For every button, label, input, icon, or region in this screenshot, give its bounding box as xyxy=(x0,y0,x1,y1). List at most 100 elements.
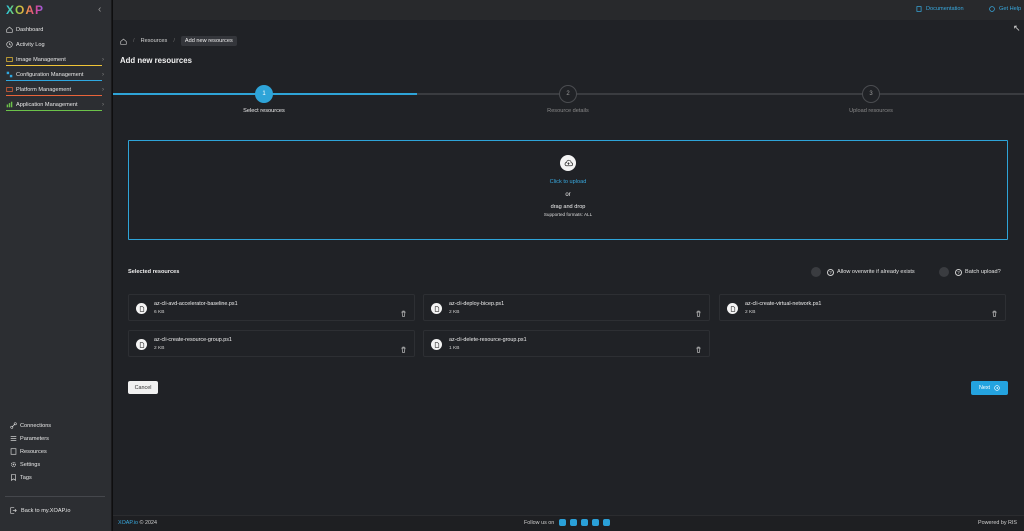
selected-resources-title: Selected resources xyxy=(128,269,180,275)
question-icon[interactable]: ? xyxy=(955,268,962,276)
sidebar-item-label: Settings xyxy=(20,461,41,468)
click-to-upload-link[interactable]: Click to upload xyxy=(129,179,1007,185)
trash-icon[interactable] xyxy=(400,340,407,358)
allow-overwrite-toggle[interactable] xyxy=(811,267,821,277)
config-icon xyxy=(6,71,13,78)
home-icon[interactable] xyxy=(120,38,127,45)
section-underline xyxy=(6,65,102,66)
sidebar-item-connections[interactable]: Connections xyxy=(0,419,112,432)
allow-overwrite-option: ? Allow overwrite if already exists xyxy=(811,267,915,277)
sidebar-item-resources[interactable]: Resources xyxy=(0,445,112,458)
resource-card: az-cli-create-resource-group.ps1 2 KB xyxy=(128,330,415,357)
linkedin-icon[interactable] xyxy=(581,519,589,526)
step-2[interactable]: 2 Resource details xyxy=(488,85,648,114)
file-icon xyxy=(431,339,442,350)
clock-icon xyxy=(6,41,13,48)
file-size: 1 KB xyxy=(449,346,460,351)
breadcrumb-resources[interactable]: Resources xyxy=(141,38,168,44)
sidebar-item-parameters[interactable]: Parameters xyxy=(0,432,112,445)
logo-text: XOAP xyxy=(6,3,45,17)
step-number: 1 xyxy=(255,85,273,103)
sidebar-item-settings[interactable]: Settings xyxy=(0,458,112,471)
youtube-icon[interactable] xyxy=(592,519,600,526)
sidebar-item-configuration-management[interactable]: Configuration Management › xyxy=(0,67,112,82)
trash-icon[interactable] xyxy=(400,304,407,322)
facebook-icon[interactable] xyxy=(559,519,567,526)
sidebar-item-label: Resources xyxy=(20,448,47,455)
step-1[interactable]: 1 Select resources xyxy=(184,85,344,114)
batch-upload-toggle[interactable] xyxy=(939,267,949,277)
section-underline xyxy=(6,95,102,96)
topbar: Documentation Get Help xyxy=(113,0,1024,20)
sidebar-item-label: Image Management xyxy=(16,56,66,63)
sidebar-item-image-management[interactable]: Image Management › xyxy=(0,52,112,67)
step-number: 2 xyxy=(559,85,577,103)
step-label: Resource details xyxy=(547,108,589,114)
apps-icon xyxy=(6,101,13,108)
file-name: az-cli-create-resource-group.ps1 xyxy=(154,337,232,343)
file-icon xyxy=(727,303,738,314)
section-underline xyxy=(6,80,102,81)
main-content: / Resources / Add new resources Add new … xyxy=(113,20,1024,515)
chevron-right-icon: › xyxy=(102,101,104,108)
document-icon xyxy=(916,6,922,12)
tag-icon xyxy=(10,474,17,481)
trash-icon[interactable] xyxy=(695,304,702,322)
sidebar-item-application-management[interactable]: Application Management › xyxy=(0,97,112,112)
sidebar-item-label: Activity Log xyxy=(16,41,45,48)
twitter-icon[interactable] xyxy=(570,519,578,526)
sidebar-item-platform-management[interactable]: Platform Management › xyxy=(0,82,112,97)
chevron-right-icon: › xyxy=(102,86,104,93)
drag-and-drop-text: drag and drop xyxy=(550,204,586,210)
supported-formats: Supported formats: ALL xyxy=(543,212,593,217)
next-button[interactable]: Next xyxy=(971,381,1008,395)
xoap-logo[interactable]: XOAP xyxy=(6,3,44,17)
help-icon xyxy=(989,6,995,12)
step-3[interactable]: 3 Upload resources xyxy=(791,85,951,114)
resource-card: az-cli-delete-resource-group.ps1 1 KB xyxy=(423,330,710,357)
file-name: az-cli-avd-accelerator-baseline.ps1 xyxy=(154,301,238,307)
trash-icon[interactable] xyxy=(991,304,998,322)
list-icon xyxy=(10,435,17,442)
back-to-portal-link[interactable]: Back to my.XOAP.io xyxy=(10,507,71,514)
sidebar-item-label: Parameters xyxy=(20,435,49,442)
file-icon xyxy=(136,303,147,314)
allow-overwrite-label: Allow overwrite if already exists xyxy=(837,269,915,275)
resource-card: az-cli-deploy-bicep.ps1 2 KB xyxy=(423,294,710,321)
step-label: Upload resources xyxy=(849,108,893,114)
sidebar-item-tags[interactable]: Tags xyxy=(0,471,112,484)
arrow-right-circle-icon xyxy=(994,385,1000,391)
breadcrumb: / Resources / Add new resources xyxy=(120,36,237,46)
trash-icon[interactable] xyxy=(695,340,702,358)
cloud-upload-icon xyxy=(560,155,576,171)
question-icon[interactable]: ? xyxy=(827,268,834,276)
exit-icon xyxy=(10,507,17,514)
copyright: XOAP.io © 2024 xyxy=(118,520,157,526)
sidebar-item-label: Tags xyxy=(20,474,32,481)
sidebar-item-activity-log[interactable]: Activity Log xyxy=(0,37,112,52)
get-help-link[interactable]: Get Help xyxy=(989,6,1021,12)
app-window: XOAP ‹ Dashboard Activity Log Image Mana… xyxy=(0,0,1024,531)
back-label: Back to my.XOAP.io xyxy=(21,507,71,514)
file-size: 2 KB xyxy=(154,346,165,351)
sidebar-item-label: Application Management xyxy=(16,101,78,108)
documentation-link[interactable]: Documentation xyxy=(916,6,964,12)
link-icon xyxy=(10,422,17,429)
upload-dropzone[interactable]: Click to upload or drag and drop Support… xyxy=(128,140,1008,240)
sidebar-item-dashboard[interactable]: Dashboard xyxy=(0,22,112,37)
step-label: Select resources xyxy=(243,108,285,114)
image-icon xyxy=(6,56,13,63)
sidebar-item-label: Dashboard xyxy=(16,26,44,33)
breadcrumb-separator: / xyxy=(173,38,175,44)
footer-brand-link[interactable]: XOAP.io xyxy=(118,520,138,526)
resource-card: az-cli-create-virtual-network.ps1 2 KB xyxy=(719,294,1006,321)
collapse-sidebar-icon[interactable]: ‹ xyxy=(98,4,101,15)
cancel-button[interactable]: Cancel xyxy=(128,381,158,394)
chevron-right-icon: › xyxy=(102,71,104,78)
chevron-right-icon: › xyxy=(102,56,104,63)
mouse-cursor-icon: ↖ xyxy=(1013,23,1021,33)
follow-us: Follow us on xyxy=(524,519,611,526)
file-size: 2 KB xyxy=(449,310,460,315)
follow-label: Follow us on xyxy=(524,519,555,526)
github-icon[interactable] xyxy=(603,519,611,526)
